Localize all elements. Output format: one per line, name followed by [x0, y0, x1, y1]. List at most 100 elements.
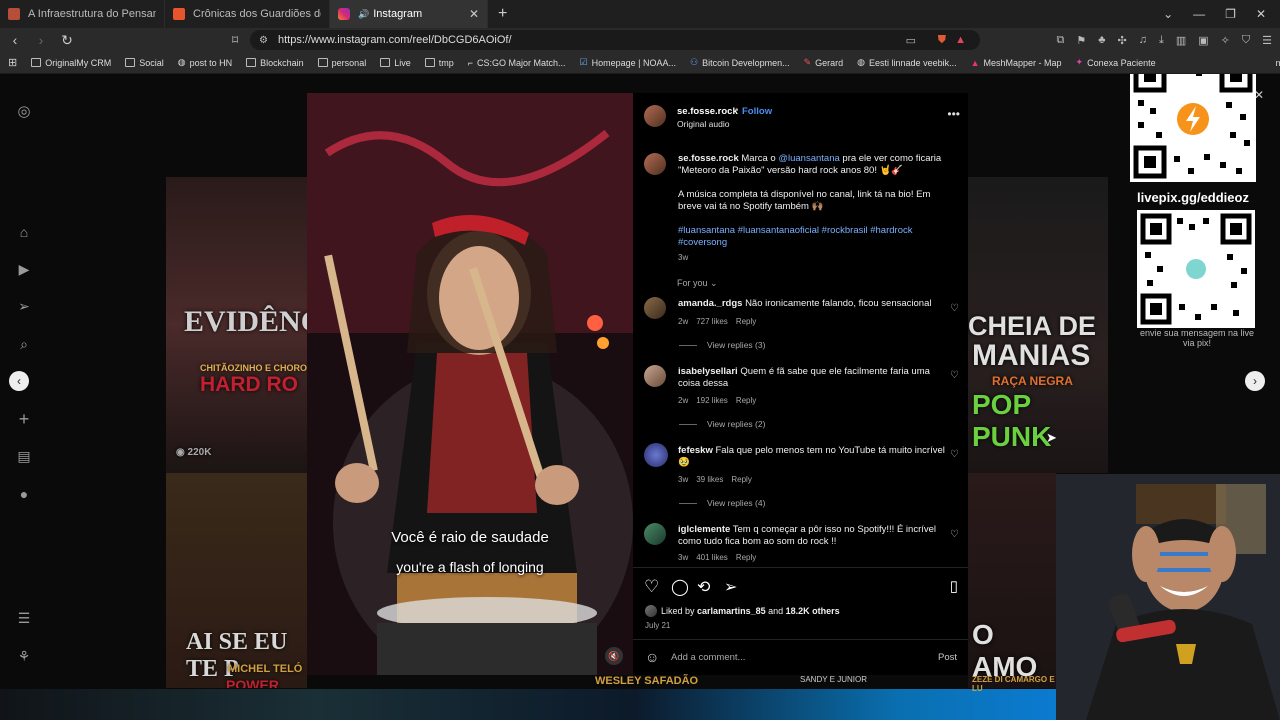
- hashtags[interactable]: #luansantana #luansantanaoficial #rockbr…: [678, 225, 948, 249]
- like-comment-icon[interactable]: ♡: [950, 370, 959, 381]
- author-avatar[interactable]: [644, 105, 666, 127]
- bookmark-item[interactable]: ☑ Homepage | NOAA...: [580, 57, 676, 68]
- sidebar-icon[interactable]: ▥: [1176, 34, 1186, 47]
- url-field[interactable]: ⚙ https://www.instagram.com/reel/DbCGD6A…: [250, 30, 980, 50]
- comment-username[interactable]: amanda._rdgs: [678, 298, 742, 309]
- caption-avatar[interactable]: [644, 153, 666, 175]
- post-comment-button[interactable]: Post: [938, 652, 957, 663]
- bookmark-item[interactable]: ▲ MeshMapper - Map: [971, 58, 1062, 68]
- like-comment-icon[interactable]: ♡: [950, 449, 959, 460]
- view-replies-button[interactable]: View replies (4): [679, 498, 765, 508]
- bookmark-item[interactable]: ✎ Gerard: [804, 57, 844, 68]
- comment-icon[interactable]: ◯: [671, 577, 689, 597]
- close-tab-icon[interactable]: ✕: [469, 7, 479, 21]
- bookmark-item[interactable]: ✦ Conexa Paciente: [1076, 57, 1156, 68]
- follow-button[interactable]: Follow: [742, 106, 772, 117]
- forward-icon[interactable]: ›: [30, 32, 52, 48]
- commenter-avatar[interactable]: [644, 297, 666, 319]
- next-reel-thumbnail[interactable]: CHEIA DE MANIAS RAÇA NEGRA POP PUNK: [968, 177, 1108, 473]
- vpn-icon[interactable]: ⛉: [1242, 34, 1250, 47]
- bookmark-item[interactable]: ⚇ Bitcoin Developmen...: [690, 57, 790, 68]
- back-icon[interactable]: ‹: [4, 32, 26, 48]
- apps-icon[interactable]: ⊞: [8, 56, 17, 69]
- brave-shield-icon[interactable]: ⛊: [938, 34, 946, 47]
- comment-username[interactable]: iglclemente: [678, 524, 730, 535]
- bookmark-item[interactable]: ◍ post to HN: [178, 57, 232, 68]
- extension-icon[interactable]: ♣: [1098, 34, 1105, 46]
- bookmark-item[interactable]: Blockchain: [246, 58, 304, 68]
- view-replies-button[interactable]: View replies (2): [679, 419, 765, 429]
- extension-icon[interactable]: ⧉: [1057, 34, 1065, 47]
- threads-icon[interactable]: ⚘: [16, 648, 32, 664]
- likes-count[interactable]: 18.2K others: [786, 606, 840, 616]
- mention-link[interactable]: @luansantana: [778, 153, 839, 164]
- repost-icon[interactable]: ⟲: [697, 577, 710, 597]
- next-reel-button[interactable]: ›: [1245, 371, 1265, 391]
- commenter-avatar[interactable]: [644, 365, 666, 387]
- reply-button[interactable]: Reply: [731, 475, 751, 484]
- close-overlay-icon[interactable]: ✕: [1254, 88, 1264, 102]
- rewards-icon[interactable]: ▲: [955, 34, 966, 46]
- emoji-icon[interactable]: ☺: [645, 649, 659, 665]
- author-username[interactable]: se.fosse.rock: [677, 106, 738, 117]
- more-menu-icon[interactable]: ☰: [16, 610, 32, 626]
- like-comment-icon[interactable]: ♡: [950, 529, 959, 540]
- like-icon[interactable]: ♡: [644, 577, 659, 597]
- direct-icon[interactable]: ➢: [16, 298, 32, 314]
- minimize-button[interactable]: —: [1193, 7, 1205, 21]
- menu-icon[interactable]: ☰: [1262, 34, 1272, 47]
- prev-reel-thumbnail[interactable]: EVIDÊNCI CHITÃOZINHO E CHORO HARD RO ◉ 2…: [166, 177, 307, 473]
- bookmark-item[interactable]: tmp: [424, 58, 454, 68]
- close-window-button[interactable]: ✕: [1256, 7, 1266, 21]
- extension-icon[interactable]: ⚑: [1076, 34, 1086, 47]
- bookmark-item-other[interactable]: marks: [1276, 58, 1280, 68]
- profile-icon[interactable]: ●: [16, 486, 32, 502]
- tab-list-icon[interactable]: ⌄: [1163, 7, 1173, 21]
- music-icon[interactable]: ♫: [1139, 34, 1147, 46]
- site-info-icon[interactable]: ⚙: [259, 35, 268, 46]
- tab-instagram[interactable]: 🔊 Instagram ✕: [330, 0, 488, 28]
- tab-cronicas[interactable]: Crônicas dos Guardiões do Código: A: [165, 0, 330, 28]
- add-comment-input[interactable]: Add a comment...: [671, 652, 745, 663]
- puzzle-icon[interactable]: ✣: [1118, 34, 1127, 47]
- bookmark-item[interactable]: personal: [317, 58, 366, 68]
- bookmark-item[interactable]: ⌐ CS:GO Major Match...: [468, 58, 566, 68]
- original-audio-link[interactable]: Original audio: [677, 119, 729, 129]
- share-icon[interactable]: ➢: [724, 577, 737, 597]
- comment-filter-dropdown[interactable]: For you ⌄: [677, 278, 718, 289]
- more-options-icon[interactable]: •••: [947, 107, 960, 121]
- dashboard-icon[interactable]: ▤: [16, 448, 32, 464]
- leo-icon[interactable]: ✧: [1221, 34, 1230, 47]
- home-icon[interactable]: ⌂: [16, 224, 32, 240]
- bookmark-icon[interactable]: ⌑: [232, 33, 238, 47]
- cast-icon[interactable]: ▭: [906, 34, 916, 47]
- commenter-avatar[interactable]: [644, 443, 668, 467]
- save-icon[interactable]: ▯: [950, 577, 958, 595]
- instagram-logo-icon[interactable]: ◎: [16, 104, 32, 120]
- prev-reel-thumbnail-2[interactable]: AI SE EU TE P MICHEL TELÓ POWER METAL: [166, 473, 307, 688]
- bookmark-item[interactable]: OriginalMy CRM: [31, 58, 111, 68]
- bookmark-item[interactable]: Live: [380, 58, 411, 68]
- reply-button[interactable]: Reply: [736, 317, 756, 326]
- reply-button[interactable]: Reply: [736, 553, 756, 562]
- liked-by-user[interactable]: carlamartins_85: [697, 606, 766, 616]
- previous-reel-button[interactable]: ‹: [9, 371, 29, 391]
- download-icon[interactable]: ⤓: [1159, 34, 1164, 47]
- liked-by-avatar[interactable]: [645, 605, 657, 617]
- comment-username[interactable]: fefeskw: [678, 445, 713, 456]
- like-comment-icon[interactable]: ♡: [950, 303, 959, 314]
- commenter-avatar[interactable]: [644, 523, 666, 545]
- caption-username[interactable]: se.fosse.rock: [678, 153, 739, 164]
- create-icon[interactable]: +: [16, 410, 32, 428]
- reel-video[interactable]: Você é raio de saudade you're a flash of…: [307, 93, 633, 675]
- bookmark-item[interactable]: Social: [125, 58, 164, 68]
- bookmark-item[interactable]: ◍ Eesti linnade veebik...: [857, 57, 956, 68]
- next-reel-thumbnail-2[interactable]: O AMO: [968, 473, 1056, 688]
- comment-username[interactable]: isabelysellari: [678, 366, 738, 377]
- mute-icon[interactable]: 🔇: [605, 647, 623, 665]
- reply-button[interactable]: Reply: [736, 396, 756, 405]
- wallet-icon[interactable]: ▣: [1198, 34, 1208, 47]
- new-tab-button[interactable]: +: [498, 5, 507, 23]
- tab-infraestrutura[interactable]: A Infraestrutura do Pensamento: Co: [0, 0, 165, 28]
- reels-icon[interactable]: ▶: [16, 261, 32, 277]
